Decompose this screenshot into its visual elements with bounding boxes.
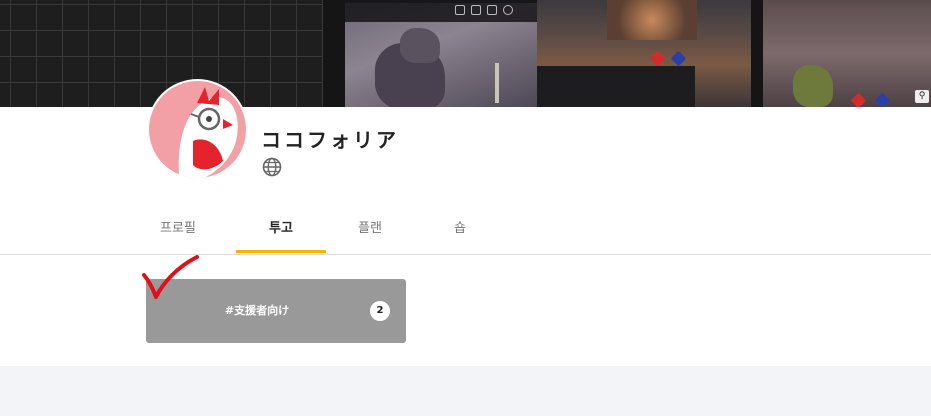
header-banner-image: ⚲: [0, 0, 931, 107]
banner-scene-panel: ⚲: [323, 0, 931, 107]
tabs-divider: [0, 254, 931, 255]
banner-grid-panel: [0, 0, 323, 107]
tab-shop[interactable]: 숍: [420, 212, 500, 254]
banner-screenshot-3: [763, 0, 931, 107]
avatar: [147, 79, 248, 180]
zoom-icon: ⚲: [915, 90, 929, 103]
tab-posts[interactable]: 투고: [236, 212, 326, 254]
checkmark-annotation-icon: [142, 255, 199, 299]
owl-glasses-avatar-icon: [149, 81, 246, 178]
creator-page: ⚲ ココフォリア 프로필 투고 플랜 숍 #支援者向け 2: [0, 0, 931, 416]
active-tab-indicator: [236, 250, 326, 253]
banner-toolbar: [345, 0, 541, 22]
globe-icon[interactable]: [262, 157, 282, 177]
tab-profile[interactable]: 프로필: [138, 212, 218, 254]
profile-tabs: 프로필 투고 플랜 숍: [138, 212, 518, 254]
tag-count-badge: 2: [370, 301, 390, 321]
tag-label: #支援者向け: [224, 304, 290, 317]
creator-name: ココフォリア: [261, 128, 399, 152]
tab-plans[interactable]: 플랜: [330, 212, 410, 254]
